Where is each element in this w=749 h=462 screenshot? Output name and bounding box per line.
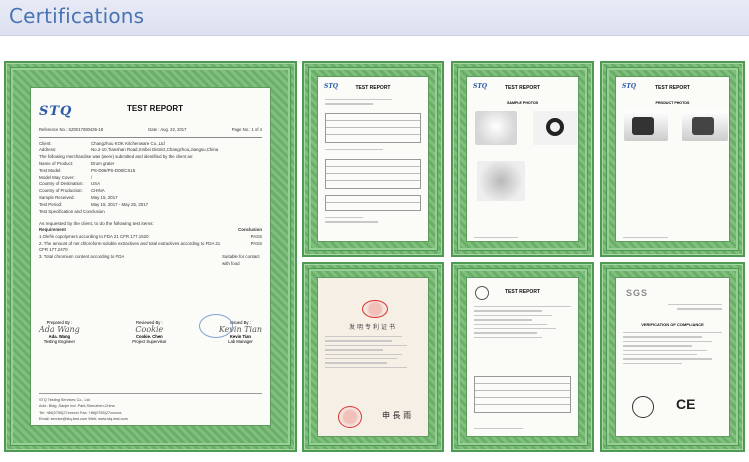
signature-mark: 申 長 雨 (382, 411, 412, 420)
field-row: Test Specification and Conclusion (39, 209, 262, 216)
report-title: TEST REPORT (127, 104, 184, 113)
field-label: Name of Product: (39, 161, 74, 166)
certification-seal-icon (632, 396, 654, 418)
product-photo (624, 111, 668, 141)
thumbnail-patent-certificate[interactable]: 发明专利证书 申 長 雨 (302, 262, 444, 452)
requirement-row: 3. Total chromium content according to F… (39, 254, 262, 268)
red-seal (362, 300, 388, 318)
product-photo (682, 111, 728, 141)
field-value: USA (91, 181, 101, 187)
field-row: Address: No.2-10,Tianshan Road,Xinbei Dis… (39, 147, 262, 154)
field-value: Drum grater (91, 161, 115, 166)
signature-scribble: Ada Wang (39, 325, 80, 334)
mini-report-title: TEST REPORT (355, 85, 391, 91)
thumbnail-sample-photos[interactable]: STQ TEST REPORT SAMPLE PHOTOS (451, 61, 594, 257)
field-label: Country of Destination: (39, 181, 84, 187)
field-row: The following merchandise was (were) sub… (39, 154, 262, 161)
field-label: Test Period: (39, 201, 63, 207)
product-photo (533, 111, 577, 145)
field-value: The following merchandise was (were) sub… (39, 154, 194, 160)
requirement-conclusion: Suitable for contact with food (222, 254, 260, 267)
field-value: / (91, 174, 93, 180)
sgs-logo: SGS (626, 288, 649, 298)
field-value: Changzhou KOK Kitchenware Co.,Ltd (91, 140, 165, 146)
field-row: Test Period: May 15, 2017 - May 25, 2017 (39, 202, 262, 209)
field-label: Address: (39, 147, 57, 153)
field-row: Country of Destination: USA (39, 181, 262, 188)
thumbnail-report-page-2[interactable]: STQ TEST REPORT (302, 61, 444, 257)
ce-mark: CE (676, 396, 696, 412)
signature-scribble: Cookie (135, 325, 164, 334)
mini-report-title: TEST REPORT (504, 289, 540, 295)
requirements: 1.Olefin copolymers according to FDA 21 … (39, 234, 262, 268)
field-value: Test Specification and Conclusion (39, 208, 105, 214)
mini-report-title: TEST REPORT (504, 85, 540, 91)
section-header: Certifications (0, 0, 749, 36)
signature-role: Project Supervisor (132, 339, 167, 344)
section-title: Certifications (9, 4, 145, 28)
mini-report-title: TEST REPORT (654, 85, 690, 91)
divider (39, 136, 262, 138)
requirement-row: 1.Olefin copolymers according to FDA 21 … (39, 234, 262, 241)
thumbnail-test-report-bv[interactable]: TEST REPORT (451, 262, 594, 452)
requirement-conclusion: PASS (250, 233, 262, 239)
field-row: Test Model: PS-D06/PS-D08/CS15 (39, 168, 262, 175)
signature-role: Lab Manager (228, 339, 253, 344)
product-photo (475, 111, 517, 145)
requirement-text: 1.Olefin copolymers according to FDA 21 … (39, 233, 149, 239)
footer-divider (39, 393, 262, 394)
certificate-frame-test-report[interactable]: STQ TEST REPORT Reference No.: SZ0017080… (4, 61, 297, 452)
field-row: Model May Cover: / (39, 175, 262, 182)
req-header-right: Conclusion (238, 226, 262, 232)
compliance-title: VERIFICATION OF COMPLIANCE (641, 322, 704, 327)
field-value: May 15, 2017 - May 25, 2017 (91, 201, 149, 207)
signature-block: Prepared By : Ada Wang Ada. Wang Testing En… (39, 320, 80, 344)
requirement-conclusion: PASS (250, 240, 262, 246)
field-label: Client: (39, 140, 52, 146)
thumbnail-product-photos[interactable]: STQ TEST REPORT PRODUCT PHOTOS (600, 61, 745, 257)
field-label: Country of Production: (39, 188, 83, 194)
sample-photos-caption: SAMPLE PHOTOS (506, 101, 539, 105)
field-value: PS-D06/PS-D08/CS15 (91, 167, 136, 173)
fields: Client: Changzhou KOK Kitchenware Co.,Ltd… (39, 141, 262, 216)
product-photo (477, 161, 525, 201)
field-label: Model May Cover: (39, 174, 75, 180)
requirement-row: 2. The amount of net chloroform-soluble … (39, 241, 262, 255)
signature-block: Reviewed By : Cookie Cookie. Chen Project S… (132, 320, 166, 344)
field-value: May 15, 2017 (91, 195, 118, 201)
footer-line: Email: service@stq-test.com Web: www.stq… (39, 417, 128, 422)
product-photos-caption: PRODUCT PHOTOS (655, 101, 690, 105)
requirement-text: 2. The amount of net chloroform-soluble … (39, 240, 221, 253)
req-header-left: Requirement (39, 226, 66, 232)
thumbnail-sgs-compliance[interactable]: SGS VERIFICATION OF COMPLIANCE CE (600, 262, 745, 452)
field-row: Country of Production: CHINA (39, 188, 262, 195)
field-row: Client: Changzhou KOK Kitchenware Co.,Ltd (39, 141, 262, 148)
field-label: Sample Received: (39, 195, 75, 201)
field-row: Name of Product: Drum grater (39, 161, 262, 168)
patent-title: 发明专利证书 (348, 324, 397, 331)
signature-role: Testing Engineer (43, 339, 75, 344)
request-intro: As requested by the client, to do the fo… (39, 220, 154, 226)
field-label: Test Model: (39, 167, 62, 173)
field-value: No.2-10,Tianshan Road,Xinbei District,Ch… (91, 147, 219, 153)
reference-number: Reference No.: SZ0017080436-18 (39, 126, 104, 132)
report-date: Date : Aug. 22, 2017 (148, 126, 187, 132)
field-row: Sample Received: May 15, 2017 (39, 195, 262, 202)
lab-stamp (199, 314, 233, 338)
certificate-document: STQ TEST REPORT Reference No.: SZ0017080… (30, 87, 271, 426)
field-value: CHINA (91, 188, 105, 194)
red-seal (338, 406, 362, 428)
requirement-text: 3. Total chromium content according to F… (39, 254, 125, 260)
page-number: Page No.: 1 of 4 (231, 126, 262, 132)
